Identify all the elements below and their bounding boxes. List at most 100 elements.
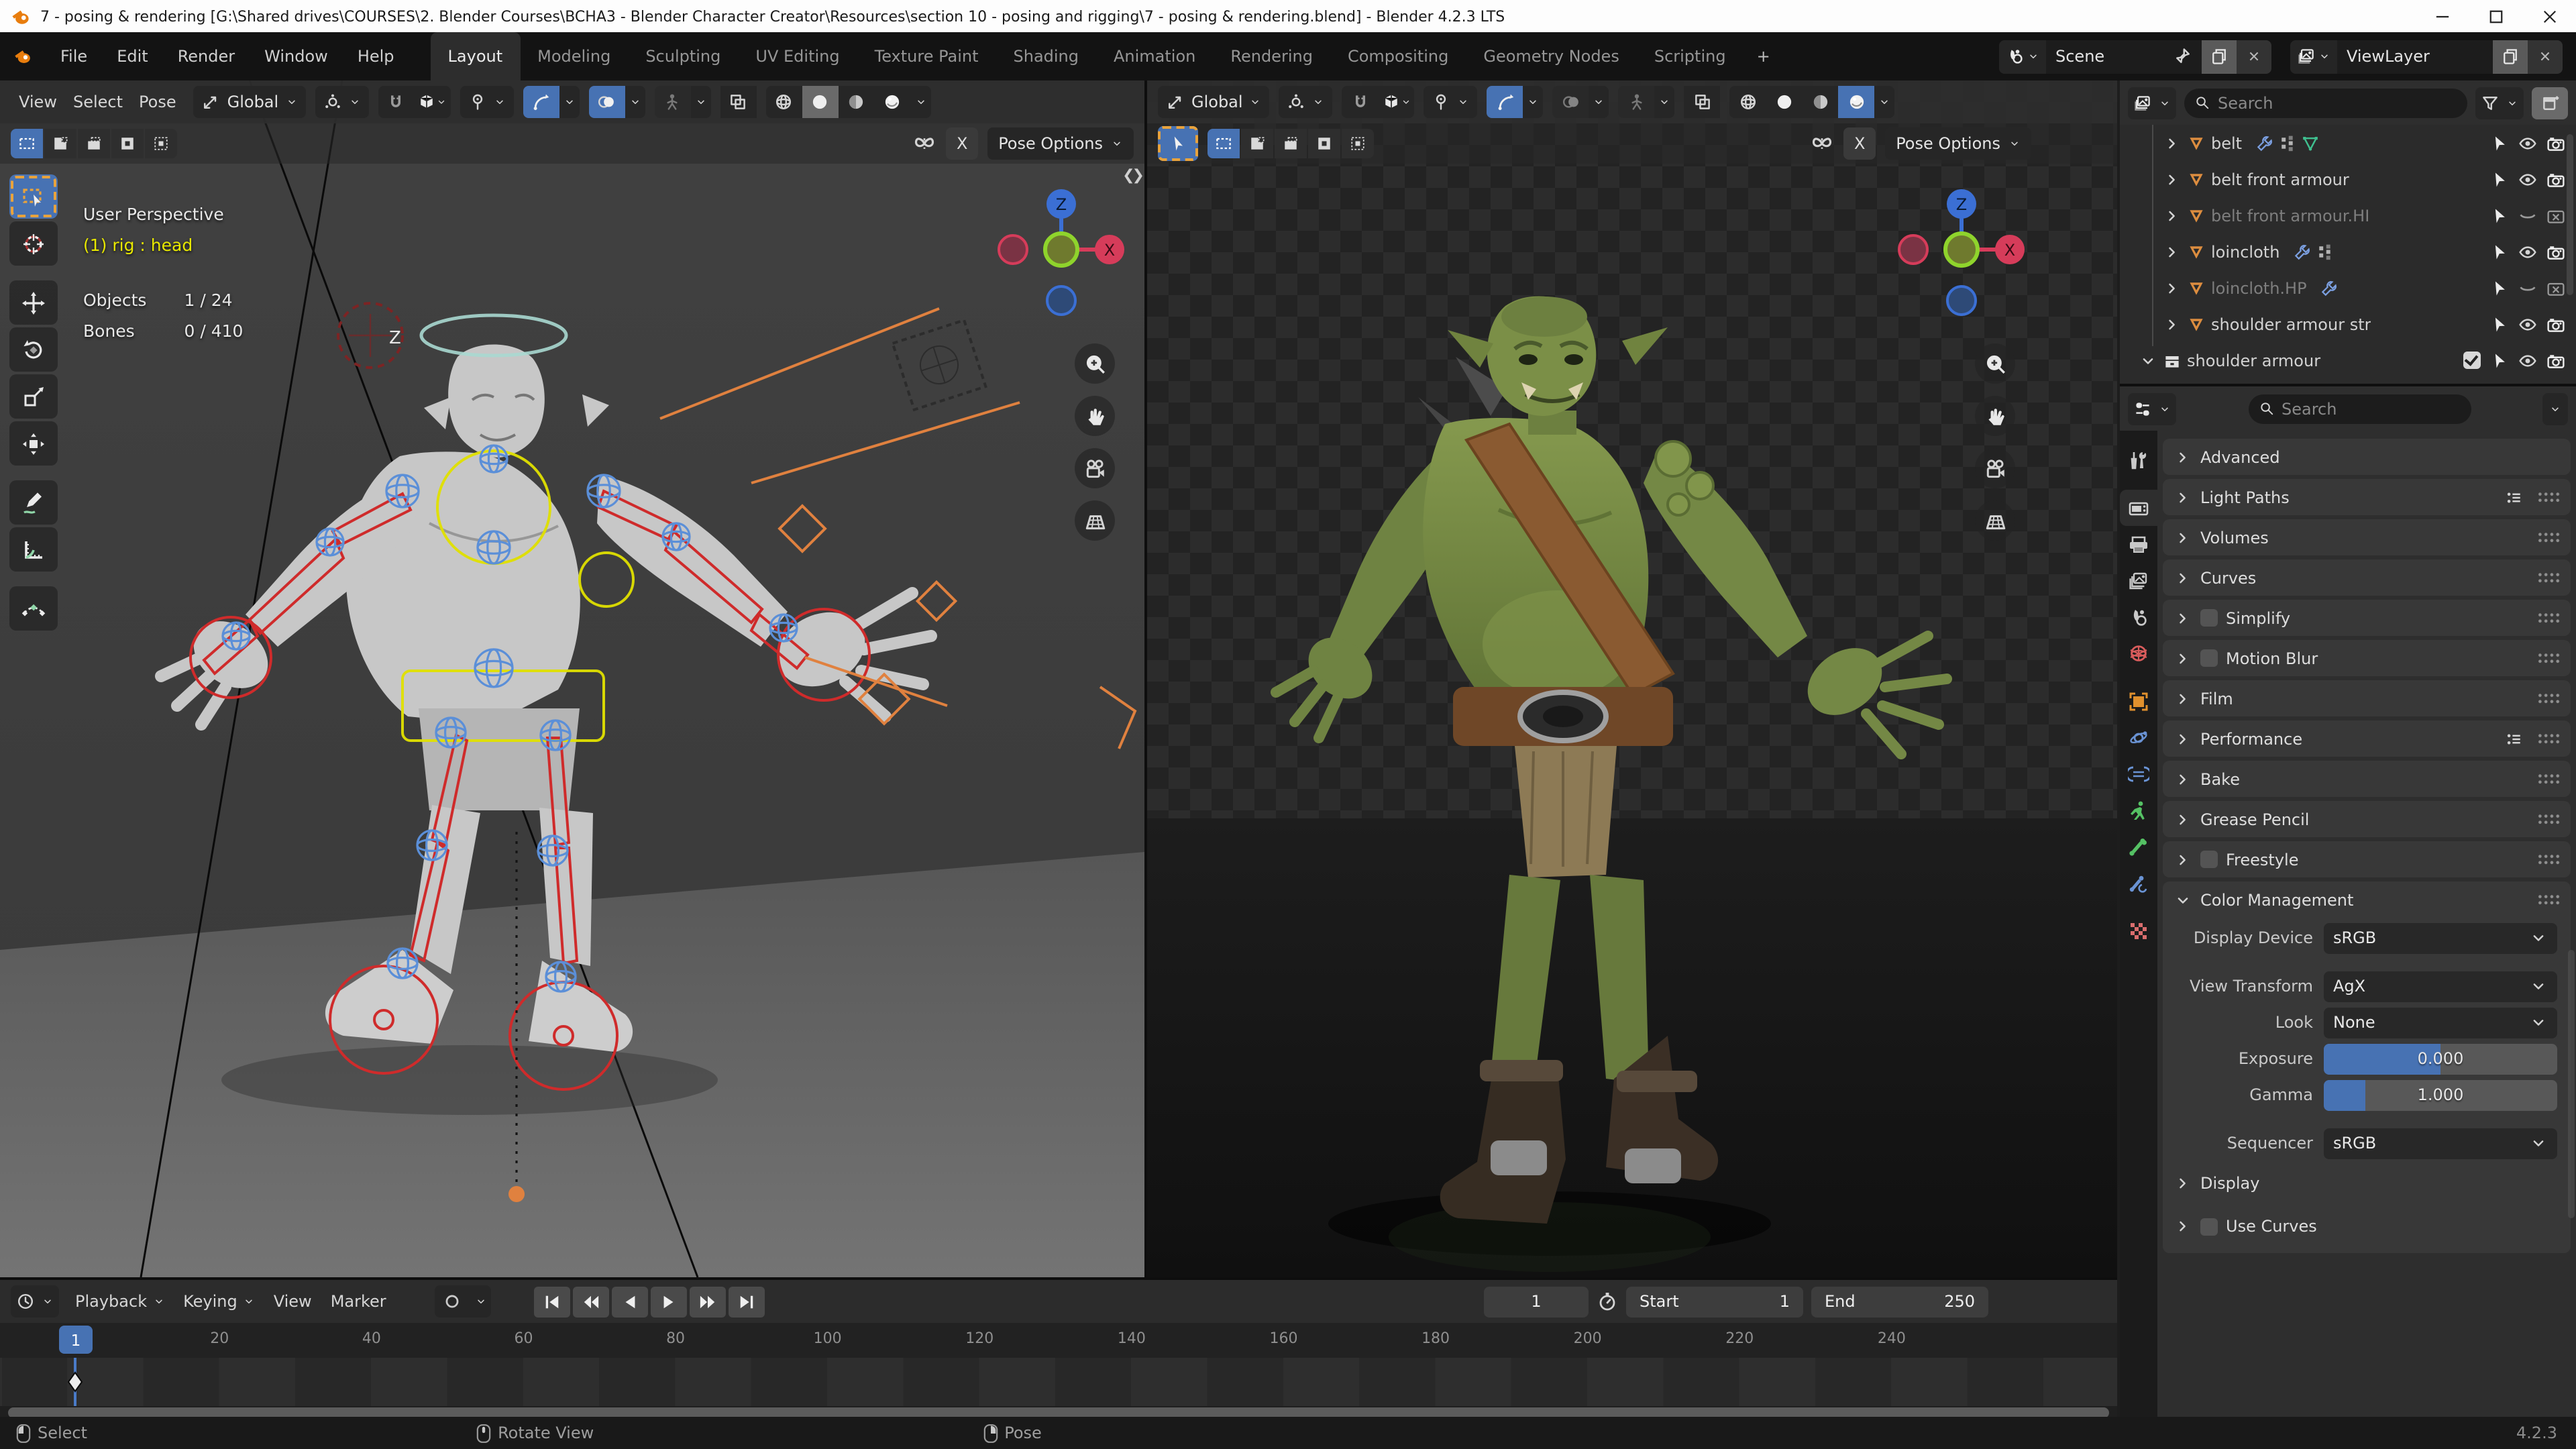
shading-settings[interactable] [1875, 86, 1895, 118]
workspace-tab-shading[interactable]: Shading [996, 32, 1097, 80]
cursorsm-icon[interactable] [2490, 170, 2509, 189]
viewlayer-name-field[interactable]: ViewLayer [2337, 40, 2493, 73]
keying-settings[interactable] [471, 1285, 491, 1318]
menu-file[interactable]: File [46, 47, 102, 66]
gizmo-settings[interactable] [559, 86, 579, 118]
shading-rendered[interactable] [874, 86, 910, 118]
outliner-item-loincloth-hp[interactable]: loincloth.HP [2120, 270, 2576, 306]
panel-drag-grip[interactable] [2537, 531, 2560, 543]
gizmo-settings[interactable] [1523, 86, 1544, 118]
xray-toggle[interactable] [1684, 86, 1721, 118]
dropdown-look[interactable]: None [2324, 1007, 2557, 1038]
subpanel-display[interactable]: Display [2163, 1165, 2571, 1202]
shading-material[interactable] [1803, 86, 1839, 118]
outliner-item-loincloth[interactable]: loincloth [2120, 233, 2576, 270]
viewport-menu-pose[interactable]: Pose [131, 93, 184, 111]
cursorsm-icon[interactable] [2490, 315, 2509, 333]
tool-breakdowner-button[interactable] [9, 586, 58, 631]
x-mirror-icon[interactable] [912, 131, 936, 156]
zoom-button[interactable] [1075, 343, 1115, 384]
pose-display-settings[interactable] [1655, 86, 1675, 118]
snap-settings[interactable] [414, 86, 450, 118]
shading-wireframe[interactable] [1730, 86, 1766, 118]
camera-view-button[interactable] [1075, 448, 1115, 488]
pivot-dropdown[interactable] [315, 86, 368, 118]
panel-drag-grip[interactable] [2537, 853, 2560, 865]
properties-tab-bone-constraints[interactable] [2120, 864, 2157, 900]
timeline-ruler[interactable]: 1 20406080100120140160180200220240 [0, 1323, 2117, 1358]
outliner-item-belt[interactable]: belt [2120, 125, 2576, 161]
outliner-scrollbar[interactable] [2567, 134, 2573, 295]
properties-tab-view-layer[interactable] [2120, 562, 2157, 598]
panel-drag-grip[interactable] [2537, 491, 2560, 503]
selmode-extend-button[interactable] [1241, 129, 1273, 158]
overlays-toggle[interactable] [1553, 86, 1589, 118]
render-visibility-icon[interactable] [2546, 206, 2565, 225]
selmode-invert-button[interactable] [1308, 129, 1340, 158]
workspace-tab-texture-paint[interactable]: Texture Paint [857, 32, 996, 80]
properties-tab-bone[interactable] [2120, 828, 2157, 864]
timeline-menu-keying[interactable]: Keying [175, 1292, 263, 1311]
panel-simplify[interactable]: Simplify [2163, 600, 2571, 636]
overlays-settings[interactable] [625, 86, 645, 118]
navigation-gizmo[interactable]: Z X [1897, 185, 2026, 333]
panel-light-paths[interactable]: Light Paths [2163, 479, 2571, 515]
stopwatch-icon[interactable] [1597, 1291, 1618, 1312]
panel-volumes[interactable]: Volumes [2163, 519, 2571, 555]
properties-tab-object[interactable] [2120, 683, 2157, 719]
viewport-menu-select[interactable]: Select [65, 93, 131, 111]
blender-menu-icon[interactable] [0, 47, 46, 66]
workspace-tab-rendering[interactable]: Rendering [1213, 32, 1330, 80]
play-reverse-button[interactable] [612, 1286, 648, 1317]
shading-settings[interactable] [910, 86, 930, 118]
pose-display-settings[interactable] [690, 86, 710, 118]
panel-curves[interactable]: Curves [2163, 559, 2571, 596]
cursorsm-icon[interactable] [2490, 351, 2509, 370]
visibility-eye-icon[interactable] [2518, 278, 2537, 297]
pose-options-dropdown[interactable]: Pose Options [1885, 127, 2031, 160]
x-mirror-icon[interactable] [1810, 131, 1834, 156]
pan-button[interactable] [1075, 396, 1115, 436]
shading-solid[interactable] [802, 86, 838, 118]
shading-rendered[interactable] [1839, 86, 1875, 118]
frame-end-field[interactable]: End250 [1811, 1286, 1988, 1317]
selmode-set-button[interactable] [11, 129, 43, 158]
minimize-button[interactable] [2415, 0, 2469, 32]
tool-rotate-button[interactable] [9, 327, 58, 372]
viewport-menu-view[interactable]: View [11, 93, 65, 111]
proportional-edit-dropdown[interactable] [1424, 86, 1478, 118]
gizmo-toggle[interactable] [1487, 86, 1523, 118]
viewport-solid[interactable]: Z [0, 80, 1147, 1277]
properties-scrollbar[interactable] [2568, 950, 2575, 1218]
visibility-eye-icon[interactable] [2518, 315, 2537, 333]
current-frame-badge[interactable]: 1 [59, 1326, 93, 1354]
panel-freestyle[interactable]: Freestyle [2163, 841, 2571, 877]
active-tool-button[interactable] [1158, 126, 1198, 161]
current-frame-field[interactable]: 1 [1484, 1286, 1589, 1317]
auto-keying-toggle[interactable] [435, 1285, 471, 1318]
panel-drag-grip[interactable] [2537, 612, 2560, 624]
viewlayer-remove-button[interactable] [2528, 40, 2563, 73]
workspace-tab-sculpting[interactable]: Sculpting [628, 32, 738, 80]
previous-keyframe-button[interactable] [573, 1286, 609, 1317]
pivot-dropdown[interactable] [1279, 86, 1333, 118]
selmode-intersect-button[interactable] [1342, 129, 1374, 158]
collection-checkbox[interactable] [2463, 352, 2481, 369]
panel-checkbox[interactable] [2200, 649, 2218, 667]
mirror-x-button[interactable]: X [1843, 127, 1876, 160]
subpanel-checkbox[interactable] [2200, 1218, 2218, 1235]
properties-tab-output[interactable] [2120, 526, 2157, 562]
render-visibility-icon[interactable] [2546, 242, 2565, 261]
slider-exposure[interactable]: 0.000 [2324, 1043, 2557, 1074]
jump-to-start-button[interactable] [534, 1286, 570, 1317]
render-visibility-icon[interactable] [2546, 133, 2565, 152]
workspace-tab-uv-editing[interactable]: UV Editing [738, 32, 857, 80]
workspace-tab-layout[interactable]: Layout [431, 32, 521, 80]
panel-drag-grip[interactable] [2537, 733, 2560, 745]
properties-tab-constraints[interactable] [2120, 755, 2157, 792]
panel-performance[interactable]: Performance [2163, 720, 2571, 757]
next-keyframe-button[interactable] [690, 1286, 726, 1317]
outliner-item-shoulder-armour-str[interactable]: shoulder armour str [2120, 306, 2576, 342]
keyframe-diamond-icon[interactable] [67, 1371, 83, 1393]
panel-drag-grip[interactable] [2537, 894, 2560, 906]
